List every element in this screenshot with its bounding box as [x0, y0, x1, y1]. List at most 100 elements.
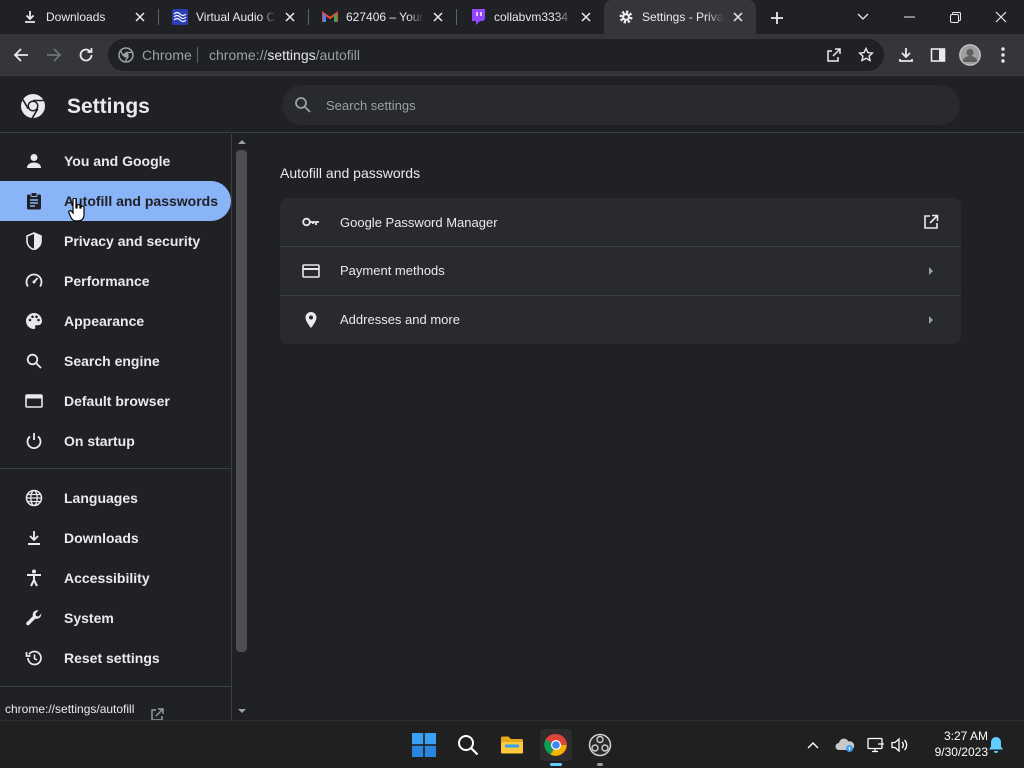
- side-panel-button[interactable]: [925, 42, 951, 68]
- power-icon: [24, 431, 44, 451]
- scroll-down-icon: [238, 709, 246, 713]
- clock-time: 3:27 AM: [943, 729, 988, 743]
- obs-icon: [588, 733, 612, 757]
- close-icon[interactable]: [132, 9, 148, 25]
- profile-button[interactable]: [957, 42, 983, 68]
- sidebar-item-autofill[interactable]: Autofill and passwords: [0, 181, 231, 221]
- sidebar-item-reset-settings[interactable]: Reset settings: [0, 638, 231, 678]
- gear-icon: [618, 9, 634, 25]
- sidebar-item-label: Reset settings: [64, 650, 160, 666]
- sidebar-item-appearance[interactable]: Appearance: [0, 301, 231, 341]
- minimize-button[interactable]: [886, 0, 932, 34]
- palette-icon: [24, 311, 44, 331]
- back-button[interactable]: [8, 42, 34, 68]
- sidebar-scrollbar[interactable]: [233, 134, 250, 720]
- chevron-up-icon: [807, 742, 819, 749]
- notification-bell-icon[interactable]: [986, 735, 1006, 755]
- obs-taskbar-button[interactable]: [584, 729, 616, 766]
- clock-date: 9/30/2023: [934, 745, 988, 759]
- close-icon[interactable]: [430, 9, 446, 25]
- taskbar-search-button[interactable]: [452, 729, 484, 761]
- settings-search[interactable]: [282, 85, 960, 125]
- sidebar-item-system[interactable]: System: [0, 598, 231, 638]
- sidebar-item-downloads[interactable]: Downloads: [0, 518, 231, 558]
- tab-gmail[interactable]: 627406 – Your Tube: [308, 0, 456, 34]
- omnibox-divider: [197, 47, 198, 63]
- autofill-card: Google Password Manager Payment methods …: [280, 198, 961, 344]
- row-payment-methods[interactable]: Payment methods: [280, 246, 961, 294]
- download-icon: [24, 528, 44, 548]
- sidebar-item-default-browser[interactable]: Default browser: [0, 381, 231, 421]
- download-icon: [899, 48, 913, 62]
- shield-icon: [24, 231, 44, 251]
- side-panel-icon: [930, 48, 946, 62]
- chevron-right-icon[interactable]: [921, 310, 941, 330]
- tab-virtual-audio[interactable]: Virtual Audio Cable: [158, 0, 308, 34]
- open-in-new-icon[interactable]: [921, 212, 941, 232]
- row-password-manager[interactable]: Google Password Manager: [280, 198, 961, 246]
- tab-search-button[interactable]: [840, 0, 886, 34]
- clipboard-icon: [24, 191, 44, 211]
- restore-button[interactable]: [932, 0, 978, 34]
- chevron-right-icon[interactable]: [921, 261, 941, 281]
- search-icon: [295, 97, 311, 113]
- row-addresses[interactable]: Addresses and more: [280, 295, 961, 343]
- gmail-icon: [322, 9, 338, 25]
- onedrive-tray-icon[interactable]: [835, 735, 855, 755]
- close-icon: [995, 11, 1007, 23]
- volume-icon[interactable]: [890, 735, 910, 755]
- browser-toolbar: Chrome chrome://settings/autofill: [0, 34, 1024, 76]
- chevron-down-icon: [857, 13, 869, 20]
- twitch-icon: [470, 9, 486, 25]
- omnibox-url[interactable]: chrome://settings/autofill: [209, 47, 360, 63]
- row-label: Addresses and more: [340, 312, 460, 327]
- chrome-taskbar-button[interactable]: [540, 729, 572, 766]
- system-clock[interactable]: 3:27 AM 9/30/2023: [916, 728, 988, 760]
- tab-settings[interactable]: Settings - Privacy: [604, 0, 756, 34]
- sidebar-item-performance[interactable]: Performance: [0, 261, 231, 301]
- restore-icon: [949, 11, 961, 23]
- running-app-indicator: [597, 763, 603, 766]
- sidebar-item-accessibility[interactable]: Accessibility: [0, 558, 231, 598]
- tab-title: Virtual Audio Cable: [196, 10, 276, 24]
- sidebar-item-privacy[interactable]: Privacy and security: [0, 221, 231, 261]
- arrow-left-icon: [13, 48, 28, 62]
- start-button[interactable]: [408, 729, 440, 761]
- reload-icon: [79, 48, 93, 62]
- new-tab-button[interactable]: [766, 7, 788, 29]
- sidebar-item-languages[interactable]: Languages: [0, 478, 231, 518]
- downloads-button[interactable]: [893, 42, 919, 68]
- chrome-menu-button[interactable]: [990, 42, 1016, 68]
- sidebar-item-label: Search engine: [64, 353, 160, 369]
- location-pin-icon: [301, 310, 321, 330]
- network-icon[interactable]: [866, 735, 886, 755]
- omnibox[interactable]: Chrome chrome://settings/autofill: [108, 39, 884, 71]
- chrome-logo-icon: [21, 94, 45, 119]
- forward-button[interactable]: [41, 42, 67, 68]
- sidebar-item-label: Autofill and passwords: [64, 193, 219, 209]
- settings-content: Autofill and passwords Google Password M…: [251, 134, 1024, 720]
- share-icon[interactable]: [824, 45, 844, 65]
- key-icon: [301, 212, 321, 232]
- tab-twitch[interactable]: collabvm3334: [456, 0, 604, 34]
- bookmark-star-icon[interactable]: [856, 45, 876, 65]
- download-icon: [22, 9, 38, 25]
- sidebar-item-you-and-google[interactable]: You and Google: [0, 141, 231, 181]
- sidebar-item-label: Default browser: [64, 393, 170, 409]
- sidebar-item-on-startup[interactable]: On startup: [0, 421, 231, 461]
- row-label: Payment methods: [340, 263, 445, 278]
- search-input[interactable]: [326, 85, 926, 125]
- omnibox-chip: Chrome: [142, 47, 192, 63]
- reload-button[interactable]: [73, 42, 99, 68]
- file-explorer-button[interactable]: [496, 729, 528, 761]
- sidebar-item-search-engine[interactable]: Search engine: [0, 341, 231, 381]
- close-icon[interactable]: [578, 9, 594, 25]
- history-icon: [24, 648, 44, 668]
- close-window-button[interactable]: [978, 0, 1024, 34]
- close-icon[interactable]: [730, 9, 746, 25]
- scroll-thumb[interactable]: [236, 150, 247, 652]
- show-hidden-icons-button[interactable]: [803, 735, 823, 755]
- tab-downloads[interactable]: Downloads: [8, 0, 158, 34]
- close-icon[interactable]: [282, 9, 298, 25]
- accessibility-icon: [24, 568, 44, 588]
